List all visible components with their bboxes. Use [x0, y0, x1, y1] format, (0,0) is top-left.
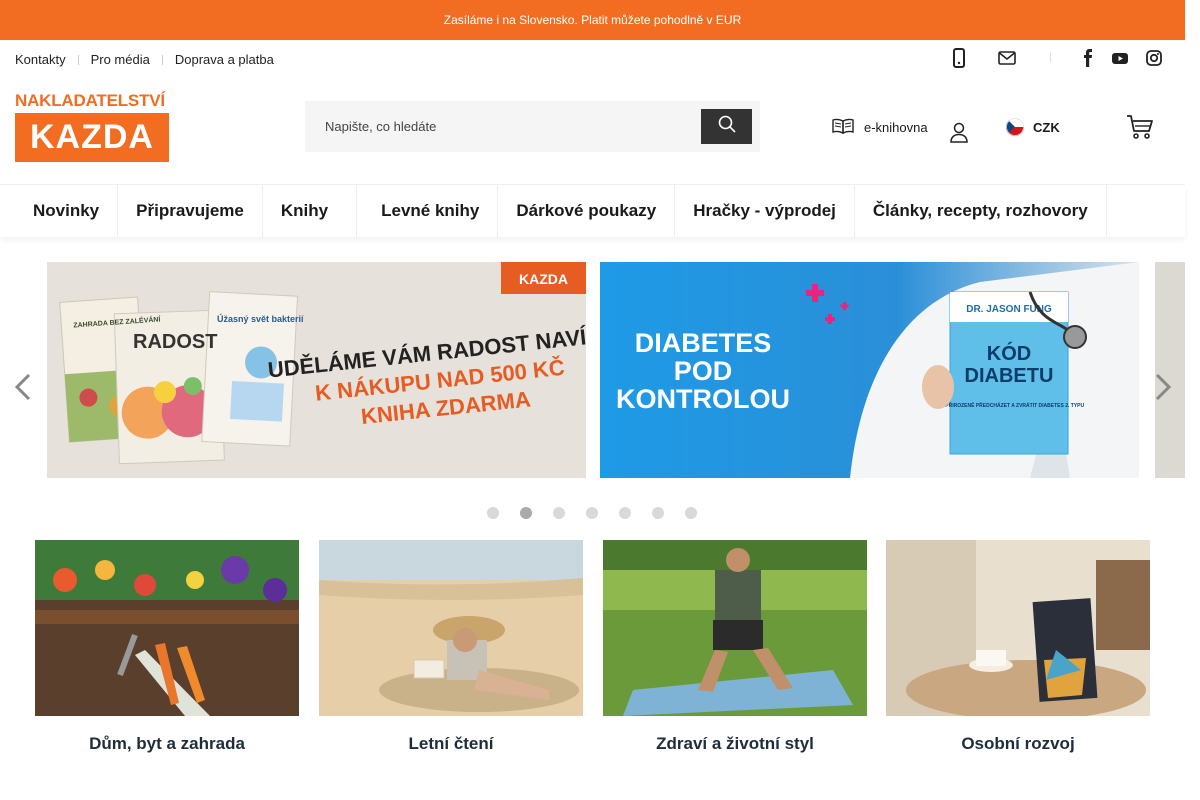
search-button[interactable]: [701, 109, 752, 144]
category-label: Letní čtení: [408, 734, 494, 753]
currency-selector[interactable]: CZK: [1006, 118, 1074, 136]
book3-title: Úžasný svět bakterií: [217, 313, 304, 324]
divider: [77, 54, 79, 65]
link-pro-media[interactable]: Pro média: [91, 52, 150, 67]
divider: [1050, 52, 1051, 62]
slider-dot[interactable]: [685, 507, 697, 519]
link-doprava-a-platba[interactable]: Doprava a platba: [175, 52, 274, 67]
phone-icon[interactable]: [950, 48, 968, 71]
mail-icon[interactable]: [997, 48, 1017, 71]
announcement-text: Zasíláme i na Slovensko. Platit můžete p…: [443, 13, 742, 27]
nav-label: Knihy: [280, 201, 329, 220]
slider-dot[interactable]: [553, 507, 565, 519]
search-icon: [717, 114, 737, 139]
category-label: Zdraví a životní styl: [656, 734, 814, 753]
banner-diabetes-art: DR. JASON FUNG KÓD DIABETU JAK PŘIROZENĚ…: [600, 262, 1139, 478]
nav-label: Články, recepty, rozhovory: [872, 201, 1088, 220]
nav-label: Novinky: [33, 201, 100, 220]
main-nav: Novinky Připravujeme Knihy Levné knihy D…: [0, 184, 1185, 237]
instagram-icon[interactable]: [1145, 48, 1163, 71]
youtube-icon[interactable]: [1111, 48, 1129, 71]
link-kontakty[interactable]: Kontakty: [15, 52, 66, 67]
category-image-fitness: [603, 540, 867, 716]
ekniha-label: e-knihovna: [864, 120, 928, 135]
category-image-garden: [35, 540, 299, 716]
slider-dot[interactable]: [520, 507, 532, 519]
category-cards: Dům, byt a zahrada Letní čtení Zdraví a …: [35, 540, 1150, 770]
utility-bar: Kontakty Pro média Doprava a platba: [0, 40, 1185, 78]
slider-prev-button[interactable]: [12, 372, 34, 408]
divider: [161, 54, 163, 65]
slider-dot[interactable]: [586, 507, 598, 519]
chevron-left-icon: [14, 373, 31, 401]
category-label: Dům, byt a zahrada: [89, 734, 245, 753]
slider-next-button[interactable]: [1152, 372, 1174, 408]
slider-dots: [487, 507, 718, 519]
nav-item-darkove-poukazy[interactable]: Dárkové poukazy: [498, 185, 676, 237]
nav-item-novinky[interactable]: Novinky: [0, 185, 119, 237]
logo-line1: NAKLADATELSTVÍ: [15, 91, 165, 110]
banner-next-peek[interactable]: [1155, 262, 1185, 478]
category-card-dum[interactable]: Dům, byt a zahrada: [35, 540, 299, 770]
banner-brand: KAZDA: [519, 271, 568, 287]
book-title-line2: DIABETU: [965, 365, 1054, 387]
slider-dot[interactable]: [487, 507, 499, 519]
nav-more-button[interactable]: [1107, 185, 1143, 237]
slider-dot[interactable]: [619, 507, 631, 519]
facebook-icon[interactable]: [1081, 48, 1095, 71]
banner2-line3: KONTROLOU: [616, 384, 790, 414]
book-subtitle: JAK PŘIROZENĚ PŘEDCHÁZET A ZVRÁTIT DIABE…: [934, 401, 1085, 409]
logo[interactable]: NAKLADATELSTVÍ KAZDA: [15, 91, 170, 163]
ekniha-link[interactable]: e-knihovna: [832, 118, 928, 137]
user-icon[interactable]: [949, 121, 969, 148]
nav-item-pripravujeme[interactable]: Připravujeme: [118, 185, 263, 237]
nav-item-clanky[interactable]: Články, recepty, rozhovory: [855, 185, 1107, 237]
banner2-line2: POD: [674, 356, 733, 386]
book-open-icon: [832, 118, 854, 137]
category-image-beach: [319, 540, 583, 716]
banner-radost-art: ZAHRADA BEZ ZALÉVÁNÍ RADOST Úžasný svět …: [47, 262, 586, 478]
utility-links: Kontakty Pro média Doprava a platba: [15, 52, 274, 67]
czech-flag-icon: [1006, 118, 1024, 136]
slider-dot[interactable]: [652, 507, 664, 519]
nav-label: Připravujeme: [136, 201, 244, 220]
book2-title: RADOST: [133, 331, 217, 353]
search-box: [305, 101, 760, 152]
banner-slider: ZAHRADA BEZ ZALÉVÁNÍ RADOST Úžasný svět …: [0, 262, 1185, 478]
site-header: NAKLADATELSTVÍ KAZDA e-knihovna CZK: [0, 78, 1185, 184]
category-image-book-coffee: [886, 540, 1150, 716]
category-card-zdravi[interactable]: Zdraví a životní styl: [603, 540, 867, 770]
nav-label: Levné knihy: [381, 201, 480, 220]
search-input[interactable]: [305, 101, 701, 152]
nav-label: Hračky - výprodej: [693, 201, 836, 220]
category-card-osobni[interactable]: Osobní rozvoj: [886, 540, 1150, 770]
banner-radost[interactable]: ZAHRADA BEZ ZALÉVÁNÍ RADOST Úžasný svět …: [47, 262, 586, 478]
banner-diabetes[interactable]: DR. JASON FUNG KÓD DIABETU JAK PŘIROZENĚ…: [600, 262, 1139, 478]
book-title-line1: KÓD: [987, 341, 1031, 365]
nav-item-hracky[interactable]: Hračky - výprodej: [675, 185, 855, 237]
nav-label: Dárkové poukazy: [516, 201, 657, 220]
cart-icon[interactable]: [1125, 112, 1155, 147]
category-card-letni[interactable]: Letní čtení: [319, 540, 583, 770]
chevron-right-icon: [1155, 373, 1172, 401]
banner2-line1: DIABETES: [635, 328, 772, 358]
category-label: Osobní rozvoj: [961, 734, 1075, 753]
announcement-bar: Zasíláme i na Slovensko. Platit můžete p…: [0, 0, 1185, 40]
nav-item-knihy[interactable]: Knihy: [263, 185, 358, 237]
currency-label: CZK: [1033, 119, 1060, 135]
nav-item-levne-knihy[interactable]: Levné knihy: [357, 185, 499, 237]
logo-line2: KAZDA: [15, 113, 169, 162]
